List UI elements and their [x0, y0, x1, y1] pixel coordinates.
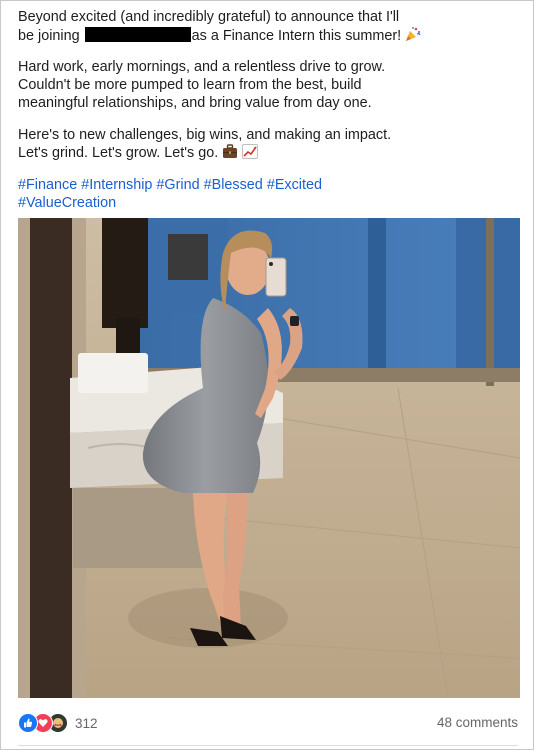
post-line: Here's to new challenges, big wins, and …	[18, 127, 392, 143]
post-line-with-redaction: be joining as a Finance Intern this summ…	[18, 26, 518, 45]
hashtag-link[interactable]: #Finance	[18, 177, 77, 193]
reactions-summary[interactable]: 312	[18, 713, 98, 733]
like-icon	[18, 713, 38, 733]
post-line: meaningful relationships, and bring valu…	[18, 95, 372, 111]
hashtag-list: #Finance #Internship #Grind #Blessed #Ex…	[18, 176, 518, 212]
post-photo[interactable]	[18, 218, 520, 698]
hashtag-link[interactable]: #Internship	[81, 177, 152, 193]
post-footer: 312 48 comments	[18, 711, 518, 735]
linkedin-post: Beyond excited (and incredibly grateful)…	[0, 0, 534, 750]
post-paragraph-2: Hard work, early mornings, and a relentl…	[18, 58, 518, 112]
divider	[18, 745, 518, 746]
briefcase-icon	[223, 144, 238, 158]
post-line: Beyond excited (and incredibly grateful)…	[18, 9, 400, 25]
comments-link[interactable]: 48 comments	[437, 715, 518, 730]
hashtag-link[interactable]: #Excited	[267, 177, 322, 193]
hashtag-line: #Finance #Internship #Grind #Blessed #Ex…	[18, 176, 518, 194]
redacted-company-name	[84, 27, 191, 42]
hashtag-link[interactable]: #Grind	[156, 177, 199, 193]
post-paragraph-3: Here's to new challenges, big wins, and …	[18, 126, 518, 162]
post-text: be joining	[18, 28, 80, 44]
reaction-count: 312	[75, 715, 98, 731]
hashtag-link[interactable]: #ValueCreation	[18, 195, 116, 211]
post-line-with-emoji: Let's grind. Let's grow. Let's go.	[18, 144, 518, 162]
post-line: Couldn't be more pumped to learn from th…	[18, 77, 362, 93]
party-popper-icon	[406, 27, 421, 41]
post-text: as a Finance Intern this summer!	[191, 28, 402, 44]
hashtag-link[interactable]: #Blessed	[204, 177, 263, 193]
chart-increasing-icon	[242, 144, 259, 159]
mirror-selfie-photo	[18, 218, 520, 698]
post-text: Let's grind. Let's grow. Let's go.	[18, 145, 219, 161]
post-line: Hard work, early mornings, and a relentl…	[18, 59, 386, 75]
hashtag-line: #ValueCreation	[18, 194, 518, 212]
post-paragraph-1: Beyond excited (and incredibly grateful)…	[18, 8, 518, 45]
